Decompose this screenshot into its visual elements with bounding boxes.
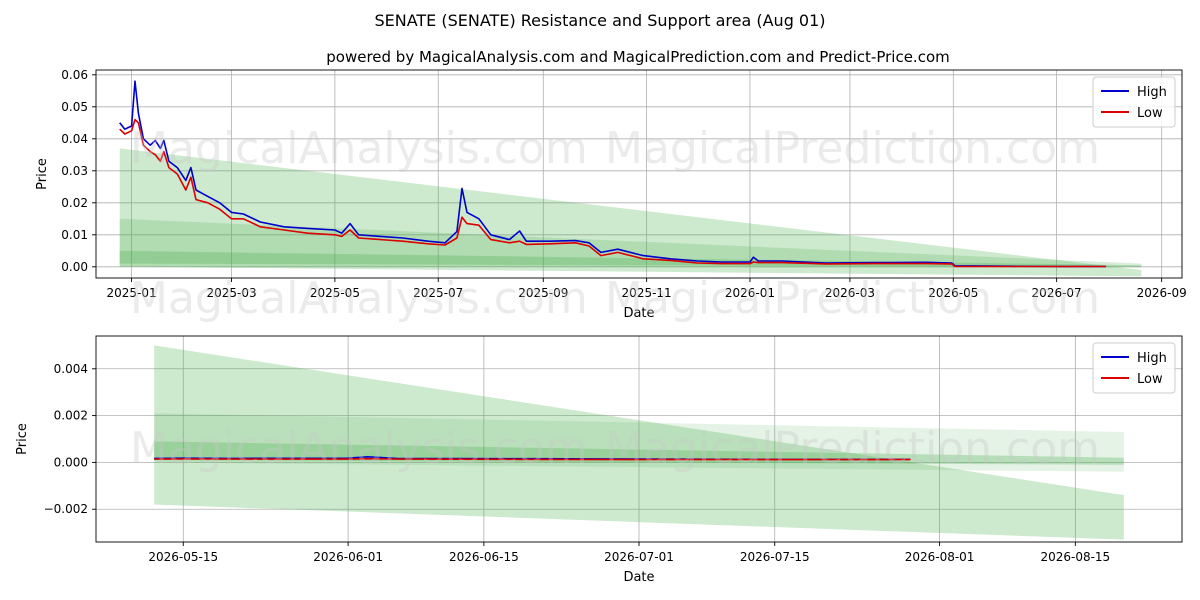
legend-label: Low — [1137, 372, 1163, 387]
legend-label: Low — [1137, 106, 1163, 121]
legend-label: High — [1137, 85, 1167, 100]
x-tick-label: 2026-07-15 — [740, 550, 810, 564]
y-tick-label: −0.002 — [44, 502, 88, 516]
x-tick-label: 2026-06-15 — [449, 550, 519, 564]
x-axis-label: Date — [623, 570, 654, 585]
legend: High Low — [1092, 342, 1176, 394]
watermark-text: MagicalAnalysis.com — [130, 123, 588, 174]
watermark-text: MagicalPrediction.com — [605, 123, 1100, 174]
watermark-text: MagicalAnalysis.com — [130, 273, 588, 324]
y-tick-label: 0.03 — [61, 164, 88, 178]
y-tick-label: 0.004 — [54, 362, 88, 376]
x-tick-label: 2026-07-01 — [604, 550, 674, 564]
figure: SENATE (SENATE) Resistance and Support a… — [15, 11, 1187, 585]
legend: High Low — [1092, 76, 1176, 128]
x-tick-label: 2026-05-15 — [148, 550, 218, 564]
y-axis-label: Price — [15, 423, 30, 455]
x-tick-label: 2026-08-01 — [905, 550, 975, 564]
y-tick-label: 0.000 — [54, 455, 88, 469]
y-tick-label: 0.04 — [61, 132, 88, 146]
watermark-text: MagicalPrediction.com — [605, 423, 1100, 474]
y-tick-label: 0.02 — [61, 196, 88, 210]
watermark-text: MagicalAnalysis.com — [130, 423, 588, 474]
x-tick-label: 2026-08-15 — [1040, 550, 1110, 564]
x-tick-label: 2026-09 — [1137, 286, 1187, 300]
plot-area — [119, 80, 1142, 277]
legend-label: High — [1137, 351, 1167, 366]
chart-title: SENATE (SENATE) Resistance and Support a… — [374, 11, 825, 30]
y-axis-label: Price — [35, 158, 50, 190]
y-tick-label: 0.00 — [61, 260, 88, 274]
y-tick-label: 0.002 — [54, 409, 88, 423]
x-tick-label: 2026-06-01 — [313, 550, 383, 564]
y-tick-label: 0.01 — [61, 228, 88, 242]
y-tick-label: 0.06 — [61, 68, 88, 82]
chart-subtitle: powered by MagicalAnalysis.com and Magic… — [326, 48, 950, 66]
watermark-text: MagicalPrediction.com — [605, 273, 1100, 324]
y-tick-label: 0.05 — [61, 100, 88, 114]
